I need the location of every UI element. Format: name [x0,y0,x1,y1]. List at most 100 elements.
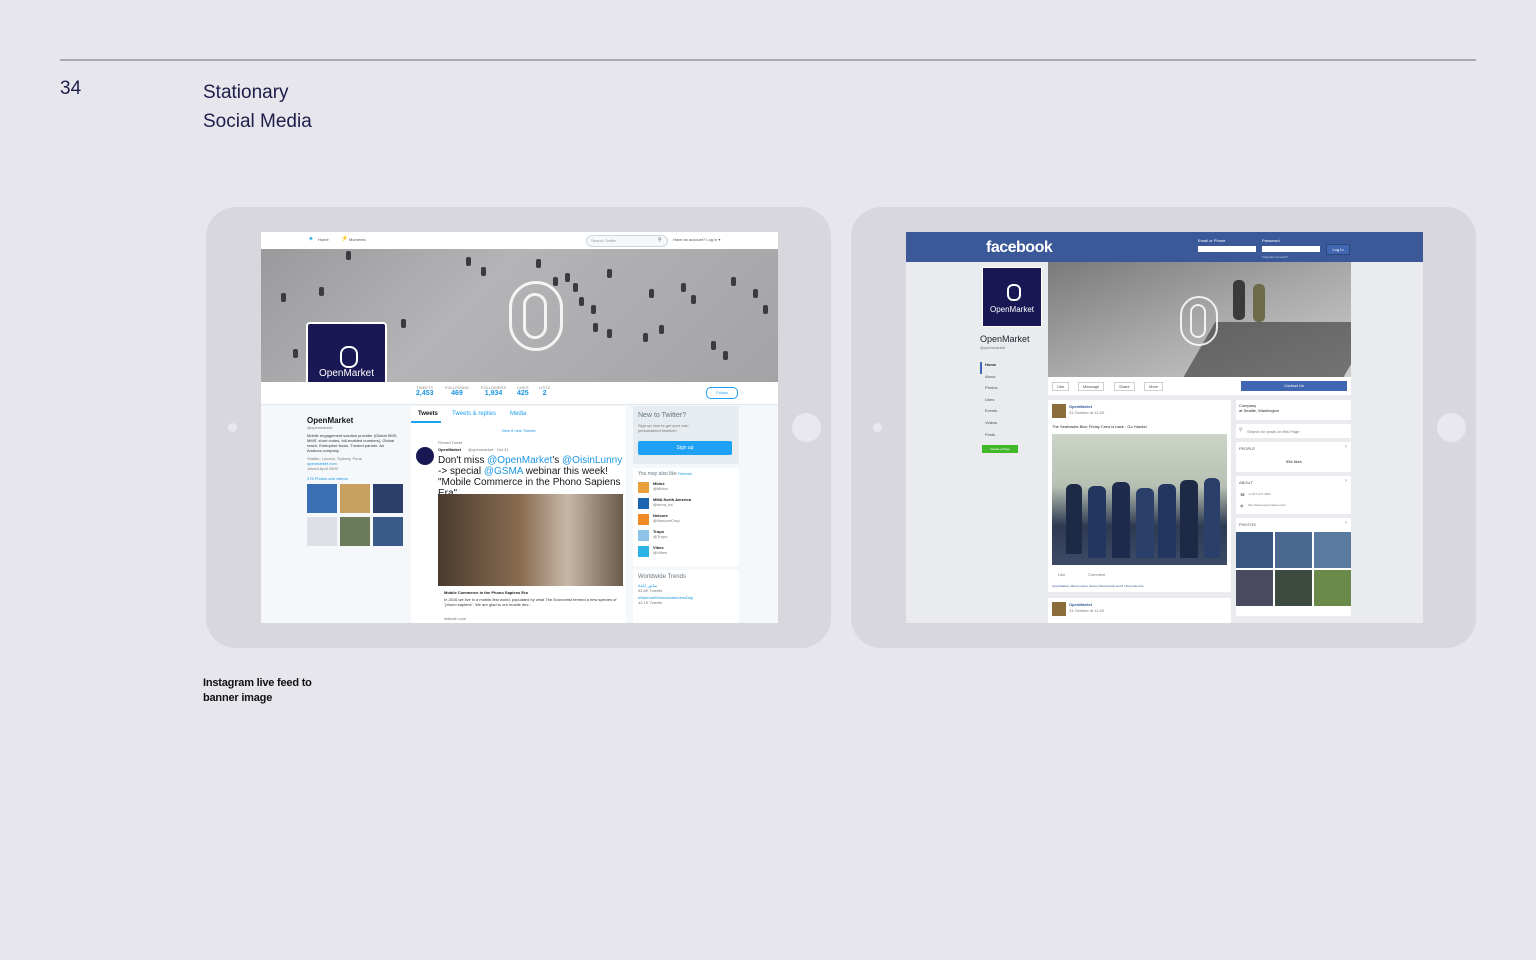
card-desc: In 2016 we live in a mobile-first world,… [444,597,617,607]
trends-title: Worldwide Trends [638,574,686,580]
email-label: Email or Phone [1198,238,1226,243]
password-label: Password [1262,238,1280,243]
facebook-logo: facebook [986,239,1053,256]
post-photo [1052,434,1227,565]
post-avatar [1052,602,1066,616]
tab-underline [411,421,441,423]
email-input [1198,246,1256,252]
tab-tweets: Tweets [418,411,438,417]
suggestion-item: MMA North America @mma_na [638,497,734,513]
tablet-facebook: facebook Email or Phone Password Log In … [851,207,1476,648]
caption-line-2: banner image [203,692,273,704]
tab-replies: Tweets & replies [452,411,497,417]
more-button: More [1144,382,1164,391]
photo-thumb [1236,570,1273,606]
photo-grid [307,484,407,554]
photo-thumb [1275,532,1312,568]
thumb-photo [373,484,403,513]
tab-media: Media [510,411,527,417]
login-link: Have an account? Log in ▾ [673,237,721,242]
photos-box: PHOTOS › [1236,518,1351,616]
openmarket-logo-icon [1007,284,1021,301]
suggestion-item: Tropo @Tropo [638,529,734,545]
twitter-screen: ✦ Home ⚡ Moments Search Twitter ⚲ Have a… [261,232,778,623]
post-text: The Seahawks Blue Friday Crew is back - … [1052,424,1147,429]
nav-item-posts: Posts [985,431,996,437]
phone-icon: ☎ [1240,492,1245,497]
page-subtitle: Social Media [203,111,312,132]
avatar-label: OpenMarket [989,305,1035,314]
trend-count: 54.8K Tweets [638,588,663,593]
nav-item-likes: Likes [985,396,995,402]
caption: Instagram live feed to banner image [203,676,312,706]
people-box: PEOPLE › 556 likes [1236,442,1351,472]
photos-link: 376 Photos and videos [307,476,348,481]
nav-moments: Moments [349,237,366,242]
tablet-home-button [1437,413,1466,442]
facebook-action-bar: Like Message Share More Contact Us [1048,377,1351,395]
photo-person [1088,486,1106,558]
photo-person [1158,484,1176,558]
avatar-label: OpenMarket [318,368,375,379]
cover-person [1253,284,1265,322]
trends-card: Worldwide Trends #سائق_ابلة 54.8K Tweets… [633,570,739,623]
page-title-block: Stationary Social Media [203,78,312,136]
trend-count: 42.1K Tweets [638,600,663,605]
nav-item-about: About [985,373,996,379]
post-author: OpenMarket [1069,404,1093,409]
openmarket-logo-icon [339,346,358,368]
post-likes-summary: OpenMarket, Albert Lupisa, Steven Wormwo… [1052,584,1145,588]
chevron-right-icon: › [1345,444,1347,450]
photo-thumb [1236,532,1273,568]
tablet-camera [228,423,237,432]
profile-joined: Joined April 2009 [307,466,338,471]
photo-thumb [1275,570,1312,606]
facebook-screen: facebook Email or Phone Password Log In … [906,232,1423,623]
new-to-twitter: New to Twitter? [638,412,687,419]
chevron-right-icon: › [1345,520,1347,526]
card-title: Mobile Commerce in the Phono Sapiens Era [444,590,528,595]
post-like-link: Like [1058,572,1066,577]
new-to-sub: Sign up now to get your own personalized… [638,423,689,433]
twitter-topbar: ✦ Home ⚡ Moments Search Twitter ⚲ Have a… [261,232,778,250]
post-avatar [1052,404,1066,418]
twitter-stats-bar: TWEETS 2,453 FOLLOWING 469 FOLLOWERS 1,934 … [261,382,778,405]
contact-button: Contact Us [1241,381,1347,391]
new-tweets-bar: View 6 new Tweets [501,428,536,433]
login-button: Log In [1326,244,1350,255]
card-link: linkedin.com [444,616,467,621]
page-handle: @openmarket [980,345,1006,350]
signup-card: New to Twitter? Sign up now to get your … [633,406,739,464]
about-box: ABOUT › ☎ +1 877-277-2801 ◉ http://www.o… [1236,476,1351,514]
thumb-photo [307,517,337,546]
cover-person [1233,280,1245,320]
suggestion-item: Vibes @Vibes [638,545,734,561]
globe-icon: ◉ [1240,503,1244,508]
stat-followers: FOLLOWERS 1,934 [481,385,507,397]
stat-following: FOLLOWING 469 [445,385,470,397]
chevron-right-icon: › [1345,478,1347,484]
openmarket-logo-ring [1190,304,1206,338]
moments-icon: ⚡ [341,236,349,242]
tweet-card-image [438,494,623,586]
post-date: 31 October at 11:00 · [1069,410,1107,415]
nav-item-photos: Photos [985,385,998,391]
tweet-author: OpenMarket [438,447,462,452]
tweet-meta: @openmarket · Oct 31 [468,447,509,452]
signup-button: Sign up [638,441,732,455]
forgot-link: Forgotten account? [1262,255,1288,259]
create-page-button: Create a Page [982,445,1018,453]
post-comment-link: Comment [1088,572,1106,577]
thumb-photo [340,517,370,546]
photo-person [1204,478,1220,558]
page-title: Stationary [203,82,289,103]
facebook-post-2: OpenMarket 31 October at 11:00 [1048,598,1231,623]
top-rule [60,59,1476,61]
twitter-profile-info: OpenMarket @openmarket Mobile engagement… [307,416,407,554]
password-input [1262,246,1320,252]
search-placeholder: Search Twitter [591,238,617,243]
search-posts-box: ⚲ Search for posts on this Page [1236,424,1351,438]
photo-person [1180,480,1198,558]
tablet-twitter: ✦ Home ⚡ Moments Search Twitter ⚲ Have a… [206,207,831,648]
suggestion-item: Netcore @NetcoreCorp [638,513,734,529]
